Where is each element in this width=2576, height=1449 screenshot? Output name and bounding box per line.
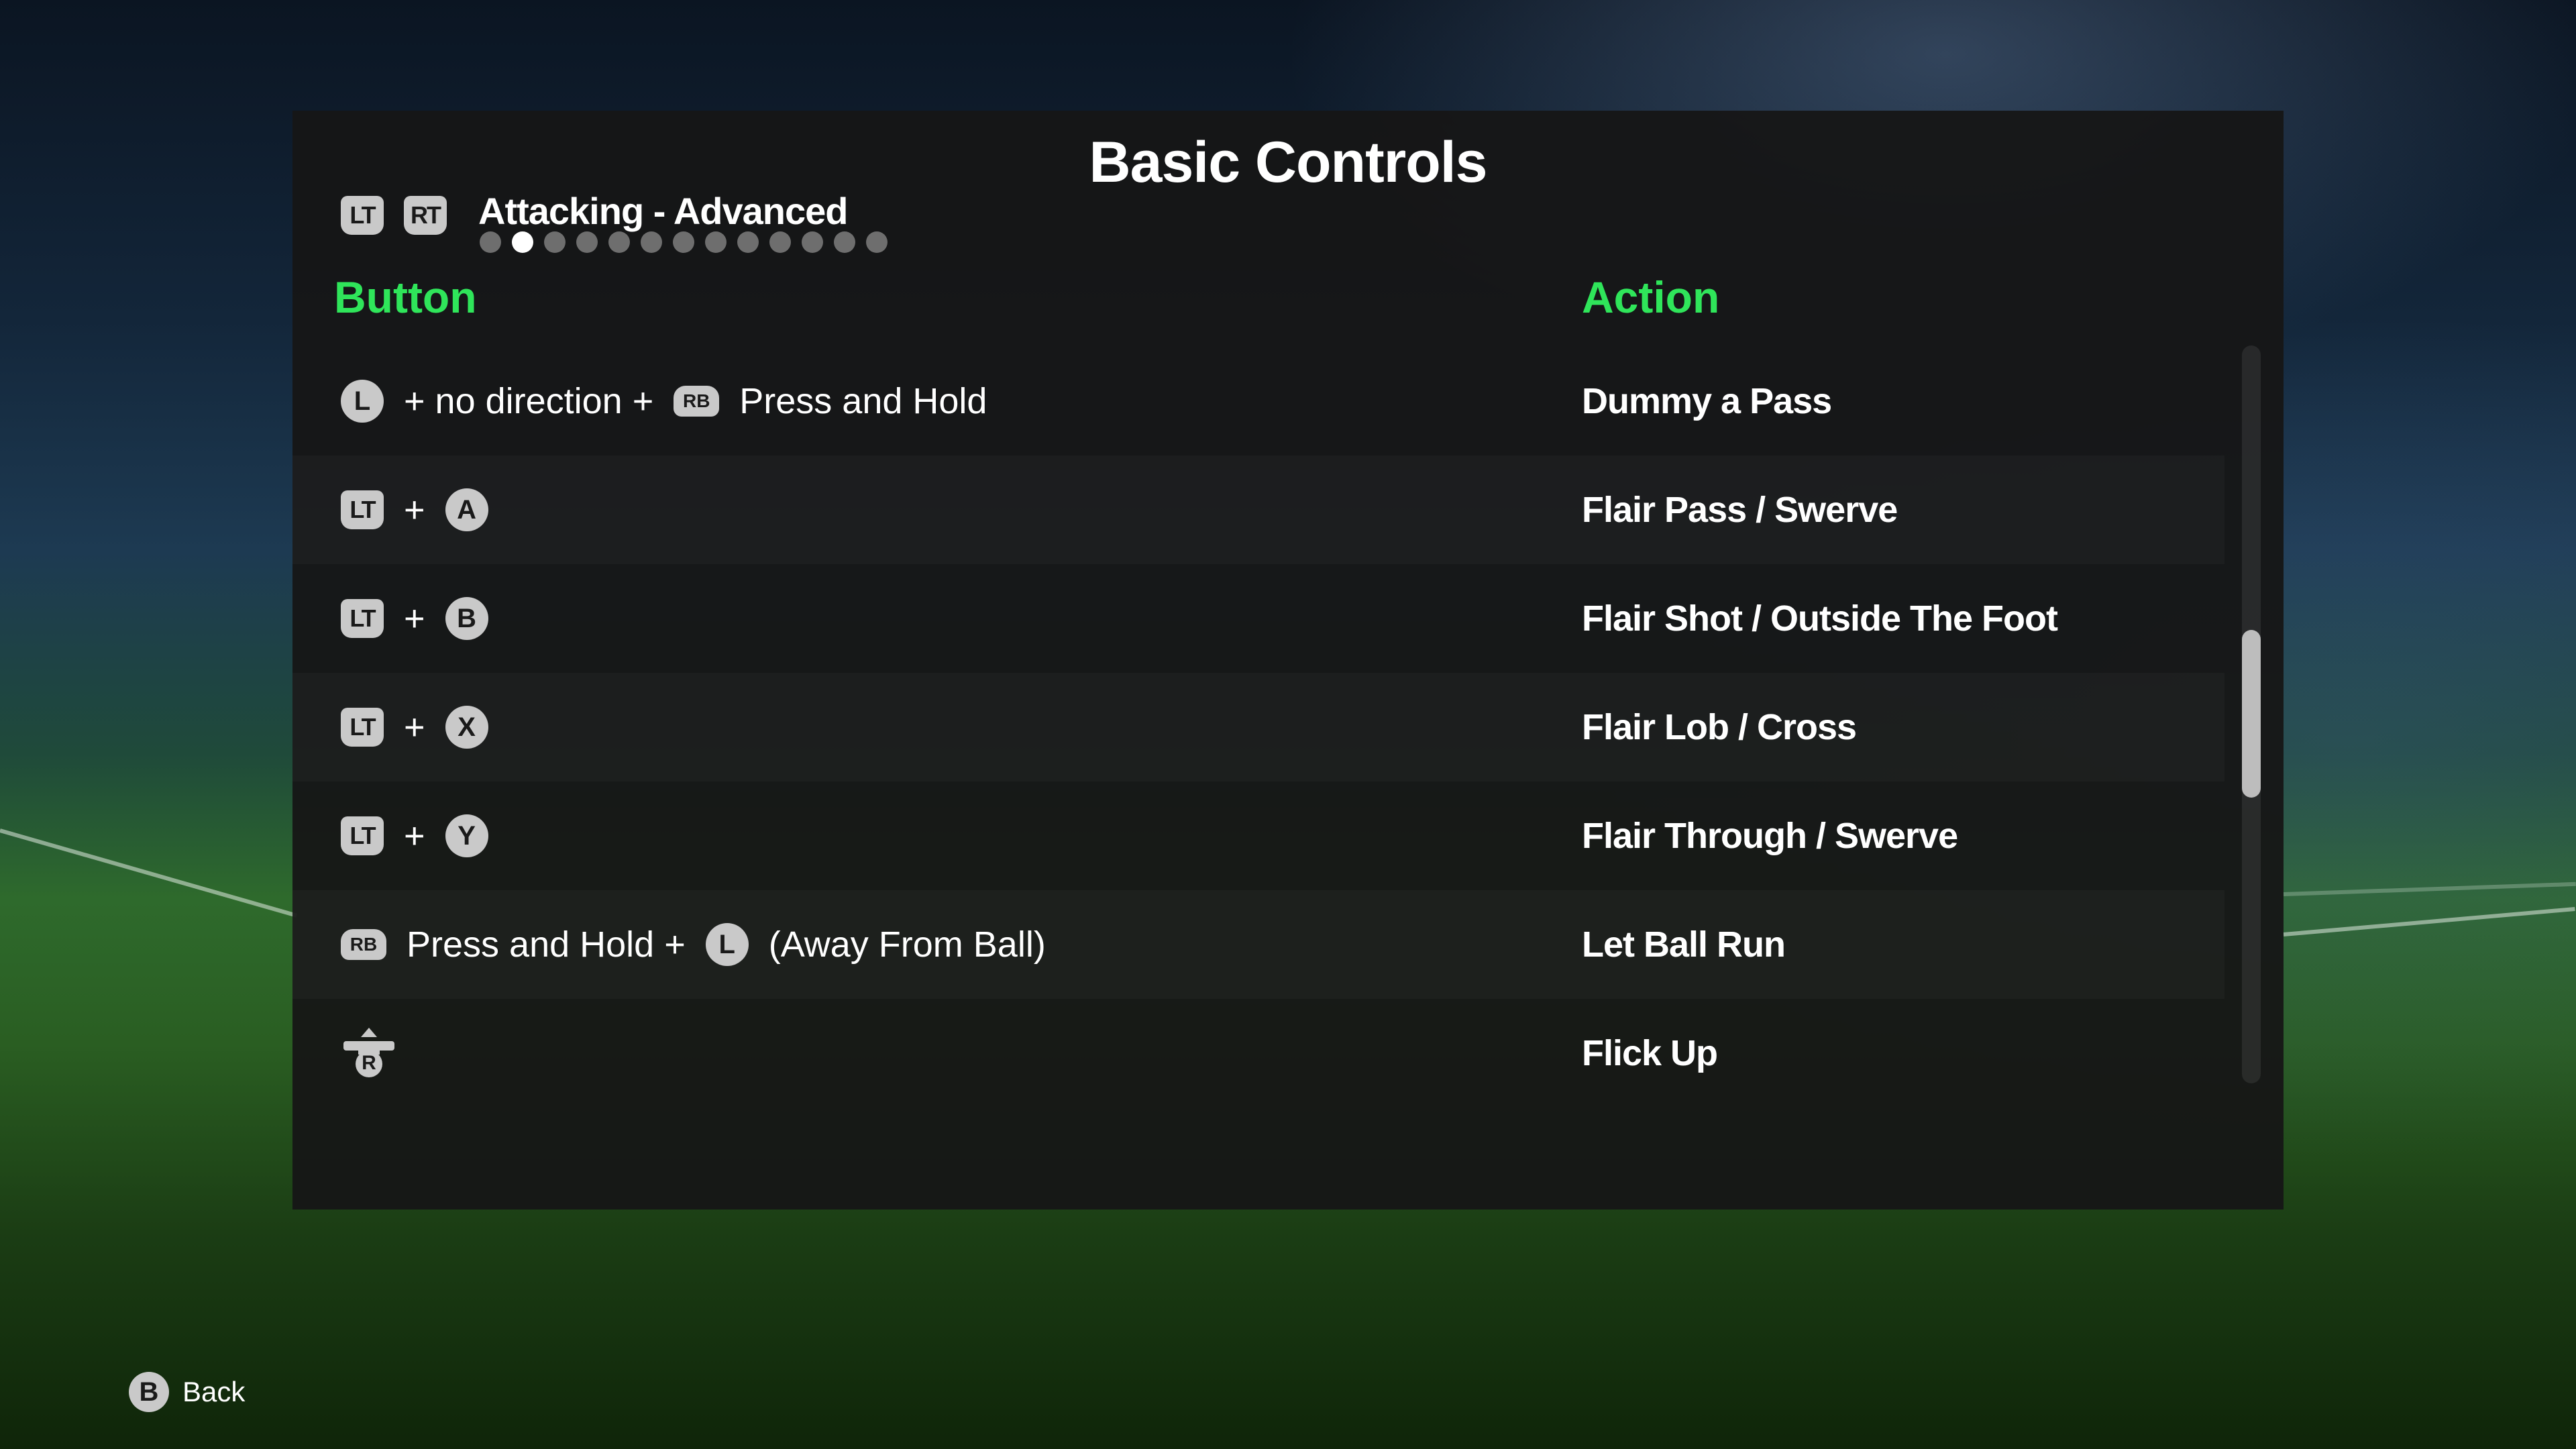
button-cell: RB Press and Hold + L (Away From Ball) xyxy=(341,890,1046,999)
rb-bumper-icon: RB xyxy=(674,386,720,417)
action-label: Dummy a Pass xyxy=(1582,381,1832,421)
action-label: Flair Shot / Outside The Foot xyxy=(1582,598,2058,639)
button-cell: LT + B xyxy=(341,564,488,673)
page-dot xyxy=(512,231,533,253)
controls-list[interactable]: L + no direction + RB Press and Hold Dum… xyxy=(292,347,2224,1108)
control-row-dummy-pass[interactable]: L + no direction + RB Press and Hold Dum… xyxy=(292,347,2224,455)
pitch-line-left xyxy=(0,828,298,918)
pitch-line-right-2 xyxy=(2283,881,2576,896)
button-cell: LT + X xyxy=(341,673,488,782)
button-text: (Away From Ball) xyxy=(768,924,1046,965)
page-dot xyxy=(608,231,630,253)
action-label: Flair Lob / Cross xyxy=(1582,707,1857,747)
control-row-let-ball-run[interactable]: RB Press and Hold + L (Away From Ball) L… xyxy=(292,890,2224,999)
page-dot xyxy=(576,231,598,253)
plus-text: + xyxy=(404,598,425,639)
page-dot xyxy=(544,231,566,253)
button-cell: L + no direction + RB Press and Hold xyxy=(341,347,987,455)
control-row-flick-up[interactable]: R Flick Up xyxy=(292,999,2224,1108)
left-stick-icon: L xyxy=(705,923,749,966)
action-label: Let Ball Run xyxy=(1582,924,1786,965)
page-indicator xyxy=(480,231,888,253)
page-dot xyxy=(802,231,823,253)
page-dot xyxy=(737,231,759,253)
control-row-flair-pass[interactable]: LT + A Flair Pass / Swerve xyxy=(292,455,2224,564)
x-button-icon: X xyxy=(445,706,488,749)
section-title: Attacking - Advanced xyxy=(478,190,848,232)
page-dot xyxy=(834,231,855,253)
b-button-icon: B xyxy=(129,1372,169,1412)
action-column-header: Action xyxy=(1582,272,1720,322)
back-label: Back xyxy=(182,1376,246,1407)
button-text: Press and Hold xyxy=(739,381,987,421)
lt-trigger-icon: LT xyxy=(341,599,384,638)
button-cell: LT + A xyxy=(341,455,488,564)
lt-trigger-icon: LT xyxy=(341,708,384,747)
y-button-icon: Y xyxy=(445,814,488,857)
plus-text: + xyxy=(404,707,425,747)
scrollbar[interactable] xyxy=(2242,345,2261,1083)
page-dot xyxy=(480,231,501,253)
page-dot xyxy=(673,231,694,253)
scrollbar-thumb[interactable] xyxy=(2242,630,2261,798)
action-label: Flair Pass / Swerve xyxy=(1582,490,1898,530)
action-label: Flair Through / Swerve xyxy=(1582,816,1958,856)
page-title: Basic Controls xyxy=(1089,130,1488,195)
control-row-flair-lob[interactable]: LT + X Flair Lob / Cross xyxy=(292,673,2224,782)
controls-panel: Basic Controls LT RT Attacking - Advance… xyxy=(292,111,2284,1210)
button-cell: R xyxy=(341,999,397,1108)
rb-bumper-icon: RB xyxy=(341,929,386,960)
plus-text: + xyxy=(404,490,425,530)
b-button-icon: B xyxy=(445,597,488,640)
control-row-flair-shot[interactable]: LT + B Flair Shot / Outside The Foot xyxy=(292,564,2224,673)
button-text: Press and Hold + xyxy=(407,924,686,965)
lt-trigger-icon: LT xyxy=(341,490,384,529)
lt-trigger-icon: LT xyxy=(341,816,384,855)
action-label: Flick Up xyxy=(1582,1033,1718,1073)
left-stick-icon: L xyxy=(341,380,384,423)
a-button-icon: A xyxy=(445,488,488,531)
page-dot xyxy=(705,231,727,253)
page-dot xyxy=(866,231,888,253)
flick-stick-letter: R xyxy=(362,1052,376,1074)
page-dot xyxy=(641,231,662,253)
right-stick-flick-up-icon: R xyxy=(341,1025,397,1081)
button-text: + no direction + xyxy=(404,381,654,421)
page-dot xyxy=(769,231,791,253)
control-row-flair-through[interactable]: LT + Y Flair Through / Swerve xyxy=(292,782,2224,890)
lt-trigger-icon[interactable]: LT xyxy=(341,196,384,235)
pitch-line-right xyxy=(2283,907,2575,936)
button-cell: LT + Y xyxy=(341,782,488,890)
plus-text: + xyxy=(404,816,425,856)
button-column-header: Button xyxy=(334,272,477,322)
back-button[interactable]: B Back xyxy=(129,1372,245,1412)
rt-trigger-icon[interactable]: RT xyxy=(404,196,447,235)
